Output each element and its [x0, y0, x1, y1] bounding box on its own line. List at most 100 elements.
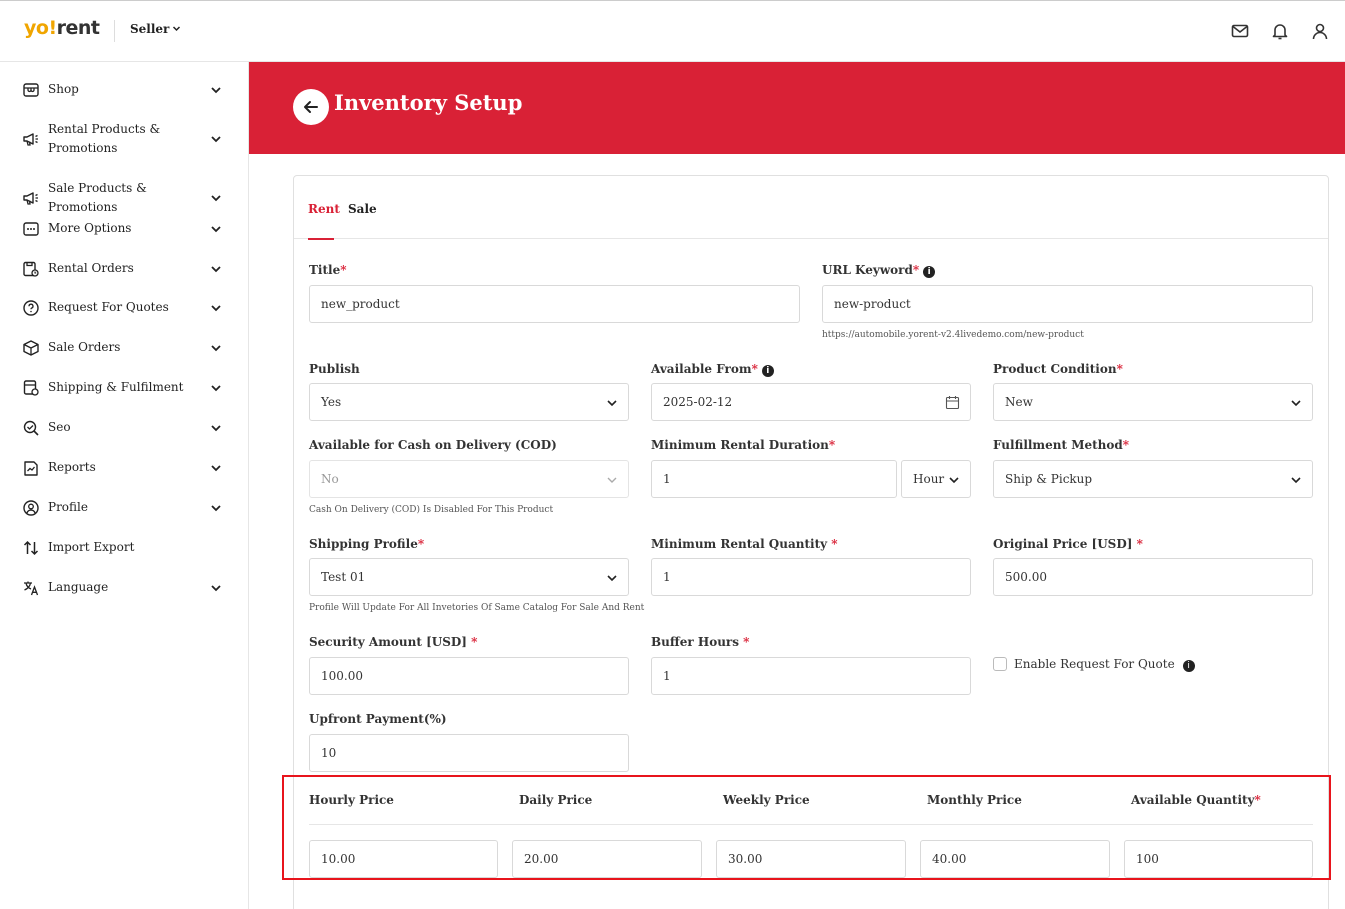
publish-label: Publish — [309, 362, 360, 376]
profile-icon — [23, 499, 39, 516]
sidebar-item-sale-products[interactable]: Sale Products & Promotions — [22, 179, 222, 217]
chevron-down-icon — [607, 575, 617, 582]
sidebar-item-language[interactable]: Language — [22, 578, 222, 597]
daily-price-field[interactable]: 20.00 — [512, 840, 702, 878]
url-keyword-field[interactable]: new-product — [822, 285, 1313, 323]
box-icon — [23, 339, 39, 356]
weekly-price-header: Weekly Price — [723, 793, 810, 807]
original-price-field[interactable]: 500.00 — [993, 558, 1313, 596]
sidebar-item-label: Profile — [48, 500, 88, 514]
sidebar-item-rental-products[interactable]: Rental Products & Promotions — [22, 120, 222, 158]
available-quantity-field[interactable]: 100 — [1124, 840, 1313, 878]
enable-rfq-label: Enable Request For Quote i — [1014, 657, 1195, 672]
chevron-down-icon — [211, 344, 221, 351]
cod-select[interactable]: No — [309, 460, 629, 498]
sidebar-item-label: Seo — [48, 420, 71, 434]
sidebar-item-seo[interactable]: Seo — [22, 418, 222, 437]
hourly-price-header: Hourly Price — [309, 793, 394, 807]
chevron-down-icon — [1291, 477, 1301, 484]
security-amount-label: Security Amount [USD] * — [309, 635, 478, 649]
tab-rent[interactable]: Rent — [308, 202, 340, 216]
bell-icon[interactable] — [1270, 21, 1290, 41]
sidebar-item-label: Request For Quotes — [48, 300, 169, 314]
daily-price-header: Daily Price — [519, 793, 593, 807]
min-rental-duration-field[interactable]: 1 — [651, 460, 897, 498]
rental-orders-icon — [23, 261, 39, 277]
info-icon[interactable]: i — [923, 266, 936, 278]
tab-sale[interactable]: Sale — [348, 202, 377, 216]
sidebar-item-reports[interactable]: Reports — [22, 458, 222, 477]
sidebar-item-sale-orders[interactable]: Sale Orders — [22, 338, 222, 357]
chevron-down-icon — [211, 424, 221, 431]
page-title: Inventory Setup — [334, 90, 523, 115]
buffer-hours-label: Buffer Hours * — [651, 635, 750, 649]
original-price-label: Original Price [USD] * — [993, 537, 1143, 551]
monthly-price-field[interactable]: 40.00 — [920, 840, 1110, 878]
calendar-icon[interactable] — [945, 395, 960, 410]
page-banner: Inventory Setup — [249, 62, 1345, 154]
publish-select[interactable]: Yes — [309, 383, 629, 421]
info-icon[interactable]: i — [761, 365, 774, 377]
upfront-payment-field[interactable]: 10 — [309, 734, 629, 772]
reports-icon — [24, 460, 38, 476]
url-preview[interactable]: https://automobile.yorent-v2.4livedemo.c… — [822, 330, 1084, 340]
sidebar-item-rental-orders[interactable]: Rental Orders — [22, 259, 222, 278]
security-amount-field[interactable]: 100.00 — [309, 657, 629, 695]
sidebar-item-shipping[interactable]: Shipping & Fulfilment — [22, 378, 222, 397]
chevron-down-icon — [173, 26, 181, 32]
min-rental-quantity-label: Minimum Rental Quantity * — [651, 537, 838, 551]
language-icon — [24, 581, 39, 595]
shipping-profile-label: Shipping Profile* — [309, 537, 425, 551]
header-divider — [114, 20, 115, 42]
sidebar-item-label: Rental Orders — [48, 261, 134, 275]
logo[interactable]: yo!rent — [24, 17, 100, 39]
chevron-down-icon — [211, 136, 221, 143]
user-icon[interactable] — [1310, 21, 1330, 41]
sidebar-item-shop[interactable]: Shop — [22, 80, 222, 99]
sidebar-item-label: Reports — [48, 460, 96, 474]
sidebar-item-label: Sale Orders — [48, 340, 121, 354]
upfront-payment-label: Upfront Payment(%) — [309, 712, 447, 726]
chevron-down-icon — [607, 400, 617, 407]
duration-unit-select[interactable]: Hour — [901, 460, 971, 498]
product-condition-select[interactable]: New — [993, 383, 1313, 421]
title-field[interactable]: new_product — [309, 285, 800, 323]
sidebar-item-label: Shipping & Fulfilment — [48, 380, 184, 394]
truck-icon — [23, 379, 39, 396]
min-rental-quantity-field[interactable]: 1 — [651, 558, 971, 596]
shop-icon — [23, 82, 39, 97]
chevron-down-icon — [211, 265, 221, 272]
buffer-hours-field[interactable]: 1 — [651, 657, 971, 695]
sidebar-item-label: Shop — [48, 82, 79, 96]
sidebar-item-request-for-quotes[interactable]: Request For Quotes — [22, 298, 222, 317]
sidebar-item-label: Sale Products & Promotions — [48, 181, 147, 214]
shipping-profile-hint: Profile Will Update For All Invetories O… — [309, 603, 645, 613]
megaphone-icon — [23, 192, 38, 205]
info-icon[interactable]: i — [1182, 660, 1195, 672]
top-header: yo!rent Seller — [0, 0, 1345, 62]
fulfillment-method-select[interactable]: Ship & Pickup — [993, 460, 1313, 498]
chevron-down-icon — [949, 477, 959, 484]
chevron-down-icon — [211, 384, 221, 391]
mail-icon[interactable] — [1230, 21, 1250, 41]
sidebar-item-profile[interactable]: Profile — [22, 498, 222, 517]
role-switcher[interactable]: Seller — [130, 22, 181, 36]
shipping-profile-select[interactable]: Test 01 — [309, 558, 629, 596]
chevron-down-icon — [211, 464, 221, 471]
chevron-down-icon — [211, 225, 221, 232]
active-tab-indicator — [308, 238, 334, 240]
available-quantity-header: Available Quantity* — [1131, 793, 1261, 807]
available-from-date-field[interactable]: 2025-02-12 — [651, 383, 971, 421]
chevron-down-icon — [211, 584, 221, 591]
back-button[interactable] — [293, 89, 329, 125]
weekly-price-field[interactable]: 30.00 — [716, 840, 906, 878]
chevron-down-icon — [607, 477, 617, 483]
sidebar-item-more-options[interactable]: More Options — [22, 219, 222, 238]
chevron-down-icon — [211, 504, 221, 511]
available-from-label: Available From* i — [651, 362, 774, 377]
sidebar-item-import-export[interactable]: Import Export — [22, 538, 222, 557]
hourly-price-field[interactable]: 10.00 — [309, 840, 498, 878]
enable-rfq-checkbox[interactable] — [993, 657, 1007, 671]
chevron-down-icon — [211, 86, 221, 93]
chevron-down-icon — [211, 304, 221, 311]
